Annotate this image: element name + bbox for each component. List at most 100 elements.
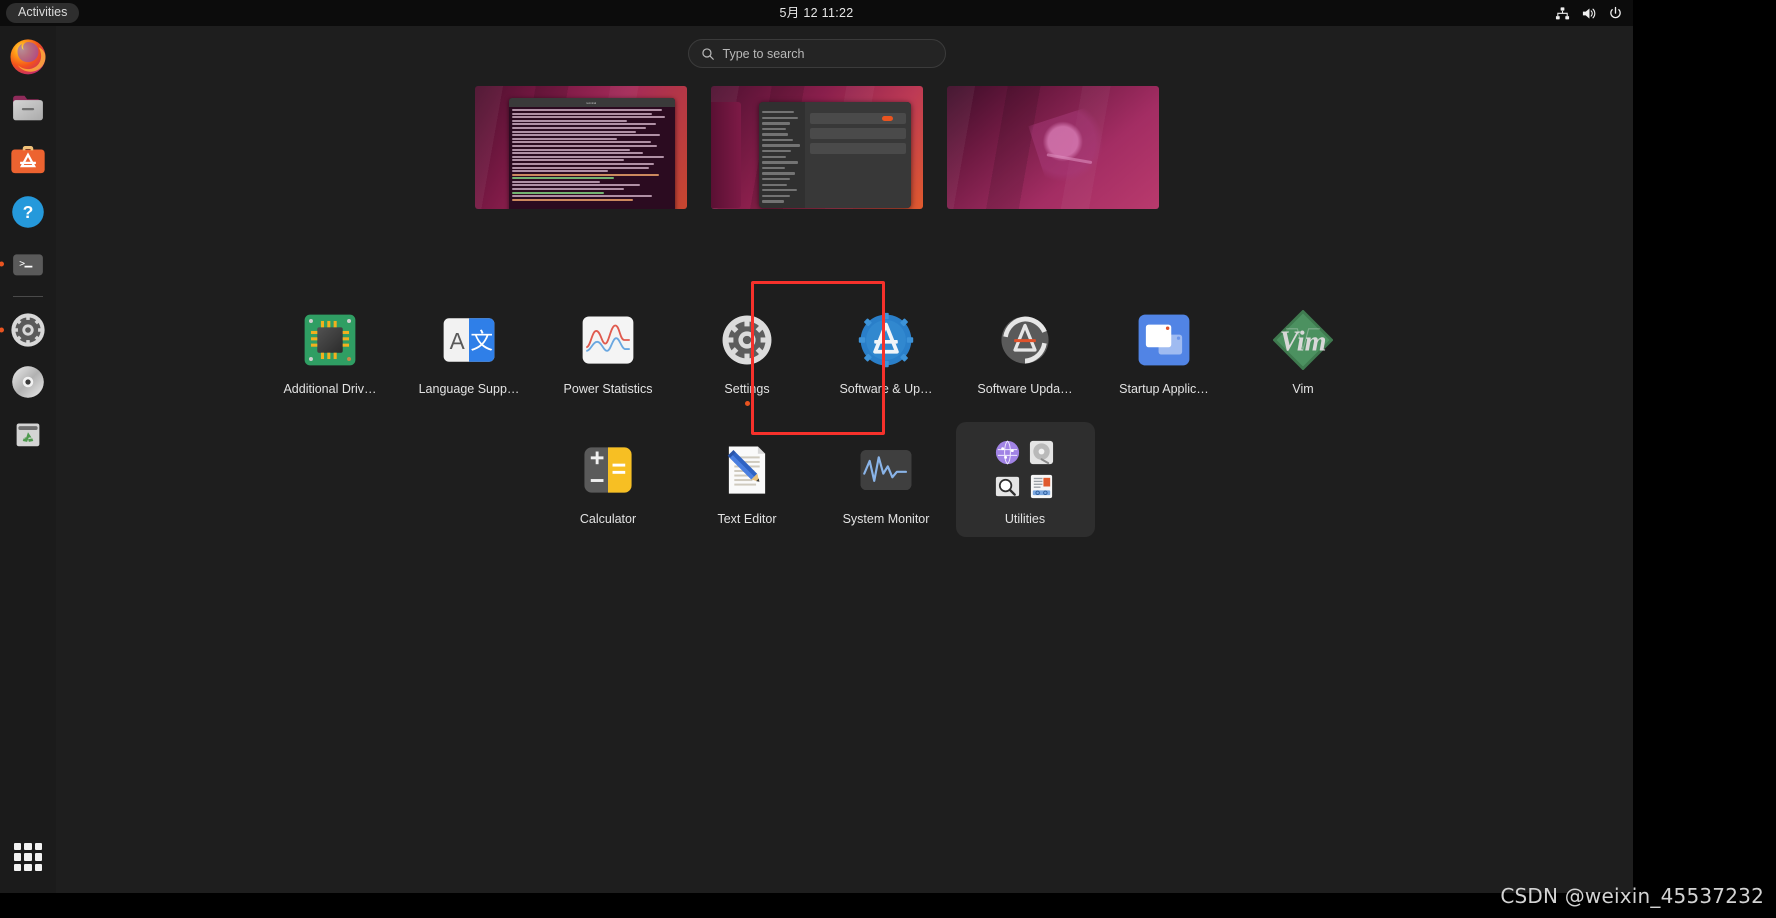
- status-menu[interactable]: [1555, 0, 1623, 26]
- setting-row: [809, 143, 906, 154]
- vim-icon: Vim: [1271, 308, 1335, 372]
- dock-item-files[interactable]: [5, 85, 51, 131]
- setting-row: [809, 113, 906, 124]
- app-label: Software Upda…: [977, 382, 1073, 396]
- calculator-icon: [576, 438, 640, 502]
- dock-item-trash[interactable]: [5, 411, 51, 457]
- app-language-support[interactable]: A 文 Language Supp…: [400, 292, 539, 416]
- svg-text:?: ?: [23, 202, 34, 222]
- window-thumbnail-settings[interactable]: [758, 102, 911, 208]
- app-label: Power Statistics: [563, 382, 653, 396]
- screen: Activities 5月 12 11:22 ? > Type to searc…: [0, 0, 1776, 918]
- dock: ? >: [0, 26, 56, 893]
- terminal-output: [509, 107, 675, 204]
- activities-button[interactable]: Activities: [6, 3, 80, 23]
- clock-label[interactable]: 5月 12 11:22: [780, 6, 854, 20]
- toggle-switch: [881, 116, 893, 121]
- search-area: Type to search: [0, 39, 1633, 68]
- dock-item-settings[interactable]: [0, 307, 51, 353]
- top-bar: Activities 5月 12 11:22: [0, 0, 1633, 26]
- window-titlebar: terminal: [508, 98, 675, 107]
- app-software-and-updates[interactable]: Software & Up…: [817, 292, 956, 416]
- document-viewer-icon: [994, 473, 1021, 500]
- gear-icon: [715, 308, 779, 372]
- power-icon[interactable]: [1608, 6, 1623, 21]
- software-updates-icon: [854, 308, 918, 372]
- app-grid-row-2: Calculator Text Editor System Monitor Ut…: [0, 422, 1633, 537]
- software-updater-icon: [993, 308, 1057, 372]
- app-label: Language Supp…: [418, 382, 520, 396]
- workspace-thumbnail-1[interactable]: terminal: [474, 86, 687, 209]
- app-label: Settings: [724, 382, 770, 396]
- svg-text:>: >: [19, 259, 25, 270]
- app-system-monitor[interactable]: System Monitor: [817, 422, 956, 537]
- workspace-thumbnail-3[interactable]: [946, 86, 1159, 209]
- settings-sidebar: [758, 102, 805, 208]
- app-text-editor[interactable]: Text Editor: [678, 422, 817, 537]
- search-icon: [701, 47, 714, 60]
- svg-text:Vim: Vim: [1280, 326, 1327, 357]
- monitor-graph-icon: [854, 438, 918, 502]
- app-calculator[interactable]: Calculator: [539, 422, 678, 537]
- window-thumbnail-terminal[interactable]: terminal: [508, 98, 675, 209]
- window-thumbnail-partial: [710, 102, 741, 208]
- running-indicator: [0, 261, 4, 267]
- disks-icon: [1028, 439, 1055, 466]
- activities-overview: Activities 5月 12 11:22 ? > Type to searc…: [0, 0, 1633, 893]
- app-additional-drivers[interactable]: Additional Driv…: [261, 292, 400, 416]
- app-grid: Additional Driv… A 文 Language Supp… Powe…: [0, 292, 1633, 537]
- document-scanner-icon: [1028, 473, 1055, 500]
- running-indicator: [744, 401, 750, 406]
- dock-item-disc[interactable]: [5, 359, 51, 405]
- app-power-statistics[interactable]: Power Statistics: [539, 292, 678, 416]
- grid-dot: [14, 853, 22, 861]
- dock-item-help[interactable]: ?: [5, 189, 51, 235]
- waveform-icon: [576, 308, 640, 372]
- app-software-updater[interactable]: Software Upda…: [956, 292, 1095, 416]
- settings-content: [804, 102, 911, 208]
- grid-dot: [34, 863, 42, 871]
- app-label: Software & Up…: [839, 382, 933, 396]
- app-label: Calculator: [579, 512, 637, 526]
- grid-dot: [14, 843, 22, 851]
- dock-item-firefox[interactable]: [5, 33, 51, 79]
- pencil-document-icon: [715, 438, 779, 502]
- grid-dot: [24, 853, 32, 861]
- svg-text:A: A: [450, 328, 466, 354]
- dock-item-ubuntu-software[interactable]: [5, 137, 51, 183]
- dock-item-terminal[interactable]: >: [0, 241, 51, 287]
- search-input[interactable]: Type to search: [687, 39, 946, 68]
- network-globe-icon: [994, 439, 1021, 466]
- grid-dot: [24, 863, 32, 871]
- app-startup-applications[interactable]: Startup Applic…: [1095, 292, 1234, 416]
- folder-preview: [994, 439, 1056, 501]
- app-vim[interactable]: Vim Vim: [1234, 292, 1373, 416]
- app-label: Startup Applic…: [1119, 382, 1209, 396]
- running-indicator: [0, 327, 4, 333]
- volume-icon[interactable]: [1581, 6, 1597, 21]
- workspace-thumbnail-2[interactable]: [710, 86, 923, 209]
- search-placeholder: Type to search: [722, 46, 805, 61]
- watermark: CSDN @weixin_45537232: [1500, 884, 1764, 908]
- grid-dot: [34, 843, 42, 851]
- svg-text:文: 文: [470, 329, 493, 355]
- show-applications-button[interactable]: [8, 837, 48, 877]
- app-folder-utilities[interactable]: Utilities: [955, 422, 1095, 537]
- app-settings[interactable]: Settings: [678, 292, 817, 416]
- workspace-thumbnails: terminal: [0, 86, 1633, 209]
- app-label: Text Editor: [717, 512, 777, 526]
- grid-dot: [14, 863, 22, 871]
- app-label: Vim: [1292, 382, 1314, 396]
- app-label: Utilities: [1004, 512, 1046, 526]
- setting-row: [809, 128, 906, 139]
- grid-dot: [24, 843, 32, 851]
- translate-icon: A 文: [437, 308, 501, 372]
- window-title: terminal: [586, 100, 597, 105]
- app-label: Additional Driv…: [283, 382, 377, 396]
- startup-windows-icon: [1132, 308, 1196, 372]
- network-wired-icon[interactable]: [1555, 6, 1570, 21]
- dock-separator: [13, 296, 43, 297]
- grid-dot: [34, 853, 42, 861]
- chip-icon: [298, 308, 362, 372]
- clock: 5月 12 11:22: [0, 0, 1633, 26]
